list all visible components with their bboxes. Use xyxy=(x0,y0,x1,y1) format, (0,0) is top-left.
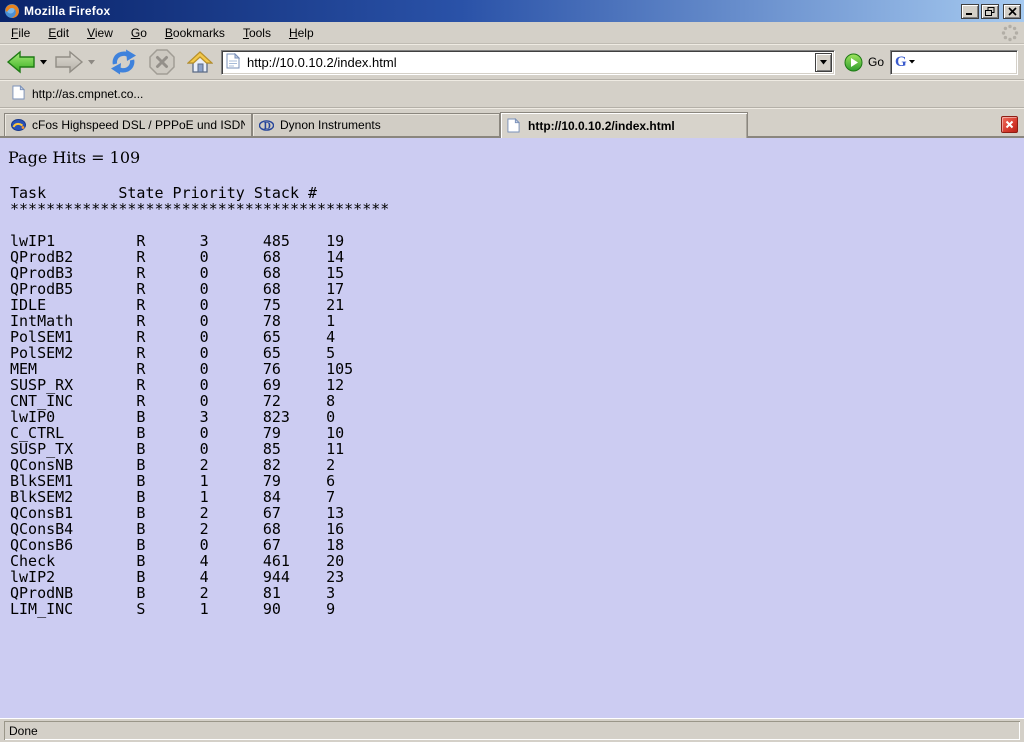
menu-file[interactable]: File xyxy=(2,23,39,43)
home-icon xyxy=(187,50,213,74)
tab-label: Dynon Instruments xyxy=(280,118,381,132)
firefox-logo-icon xyxy=(4,3,20,19)
dynon-icon: D xyxy=(259,118,274,133)
back-arrow-icon xyxy=(6,50,36,74)
menu-edit[interactable]: Edit xyxy=(39,23,78,43)
cfos-icon xyxy=(11,118,26,133)
go-icon xyxy=(844,53,863,72)
reload-icon xyxy=(110,49,137,75)
restore-icon xyxy=(985,7,995,16)
url-dropdown-button[interactable] xyxy=(815,53,832,72)
forward-dropdown[interactable] xyxy=(86,45,96,79)
tab-label: cFos Highspeed DSL / PPPoE und ISDN CAP.… xyxy=(32,118,245,132)
tab-strip: cFos Highspeed DSL / PPPoE und ISDN CAP.… xyxy=(0,108,1024,138)
stop-icon xyxy=(149,49,175,75)
google-g-icon: G xyxy=(895,55,907,70)
tab-label: http://10.0.10.2/index.html xyxy=(528,119,675,133)
tab-dynon[interactable]: D Dynon Instruments xyxy=(252,113,500,136)
close-tab-icon xyxy=(1005,120,1014,129)
status-text: Done xyxy=(9,724,38,738)
bookmarks-toolbar: http://as.cmpnet.co... xyxy=(0,80,1024,108)
firefox-window: Mozilla Firefox File Edit View Go Bookma… xyxy=(0,0,1024,742)
page-icon xyxy=(226,53,242,72)
window-title: Mozilla Firefox xyxy=(24,4,110,18)
tab-cfos[interactable]: cFos Highspeed DSL / PPPoE und ISDN CAP.… xyxy=(4,113,252,136)
navigation-toolbar: http://10.0.10.2/index.html Go G xyxy=(0,44,1024,80)
page-icon xyxy=(12,85,25,103)
page-content: Page Hits = 109 Task State Priority Stac… xyxy=(0,138,1024,718)
close-button[interactable] xyxy=(1003,4,1021,19)
task-table: Task State Priority Stack # ************… xyxy=(10,185,1024,617)
search-input[interactable]: G xyxy=(890,50,1018,75)
menu-go[interactable]: Go xyxy=(122,23,156,43)
stop-button[interactable] xyxy=(147,47,177,77)
close-tab-button[interactable] xyxy=(1001,116,1018,133)
menu-bar: File Edit View Go Bookmarks Tools Help xyxy=(0,22,1024,44)
title-bar[interactable]: Mozilla Firefox xyxy=(0,0,1024,22)
go-label: Go xyxy=(868,55,884,69)
page-hits-text: Page Hits = 109 xyxy=(8,148,1024,167)
minimize-button[interactable] xyxy=(961,4,979,19)
throbber-icon xyxy=(1000,23,1020,43)
status-panel: Done xyxy=(4,721,1020,740)
search-dropdown-caret[interactable] xyxy=(909,60,915,64)
go-button[interactable]: Go xyxy=(842,53,890,72)
reload-button[interactable] xyxy=(108,47,139,77)
page-icon xyxy=(507,118,522,133)
back-dropdown[interactable] xyxy=(38,45,48,79)
back-button[interactable] xyxy=(4,48,38,76)
forward-button[interactable] xyxy=(52,48,86,76)
close-icon xyxy=(1008,7,1017,16)
restore-button[interactable] xyxy=(981,4,999,19)
home-button[interactable] xyxy=(185,48,215,76)
menu-view[interactable]: View xyxy=(78,23,122,43)
window-controls xyxy=(961,4,1021,19)
bookmark-label: http://as.cmpnet.co... xyxy=(32,87,143,101)
minimize-icon xyxy=(965,7,975,16)
menu-tools[interactable]: Tools xyxy=(234,23,280,43)
menu-help[interactable]: Help xyxy=(280,23,323,43)
forward-arrow-icon xyxy=(54,50,84,74)
status-bar: Done xyxy=(0,718,1024,742)
tab-index-html[interactable]: http://10.0.10.2/index.html xyxy=(500,112,748,138)
url-text: http://10.0.10.2/index.html xyxy=(247,55,397,70)
menu-bookmarks[interactable]: Bookmarks xyxy=(156,23,234,43)
bookmark-item[interactable]: http://as.cmpnet.co... xyxy=(8,83,147,105)
svg-text:D: D xyxy=(264,121,271,132)
url-bar[interactable]: http://10.0.10.2/index.html xyxy=(221,50,835,75)
